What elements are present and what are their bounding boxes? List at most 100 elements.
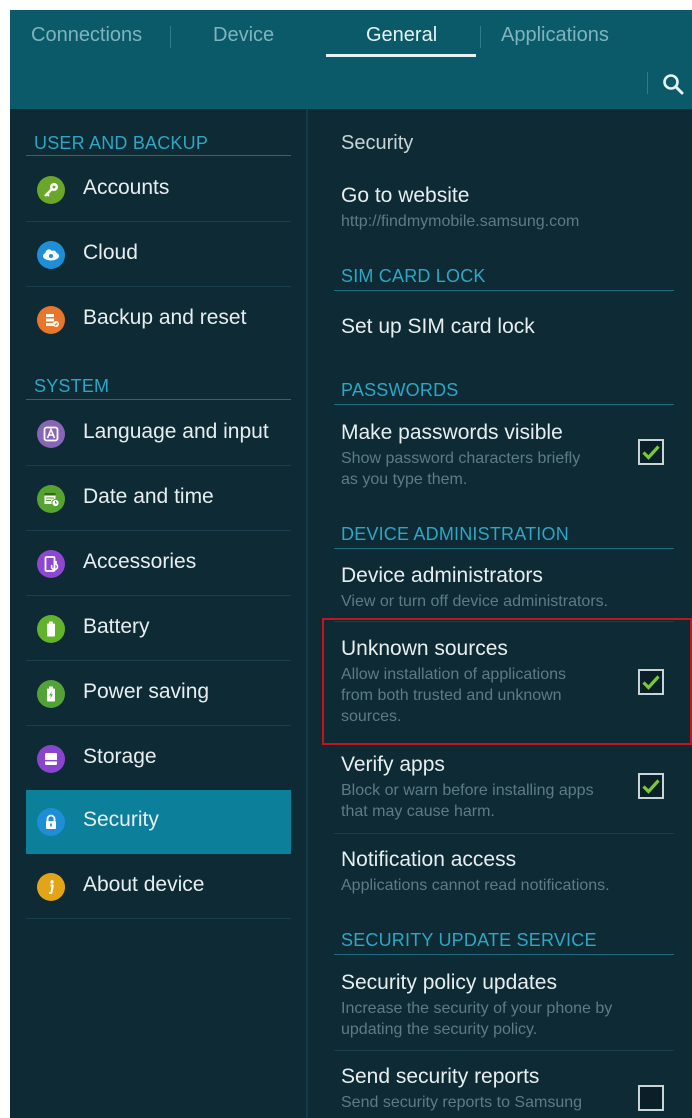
search-button[interactable] bbox=[658, 70, 688, 100]
unknown-sources-subtitle-line-2: from both trusted and unknown bbox=[341, 687, 562, 704]
backup-icon bbox=[37, 306, 65, 334]
sidebar-item-accounts[interactable]: Accounts bbox=[26, 158, 291, 222]
row-divider bbox=[26, 595, 291, 596]
tab-device[interactable]: Device bbox=[213, 24, 274, 47]
make-passwords-visible-title: Make passwords visible bbox=[341, 421, 563, 444]
section-header-device-administration: DEVICE ADMINISTRATION bbox=[341, 524, 569, 544]
verify-apps-checkbox[interactable] bbox=[638, 773, 664, 799]
device-administrators-title: Device administrators bbox=[341, 564, 543, 587]
row-divider bbox=[26, 725, 291, 726]
power-saving-icon bbox=[37, 680, 65, 708]
sidebar-item-language-and-input[interactable]: Language and input bbox=[26, 402, 291, 466]
sidebar-item-label: Backup and reset bbox=[83, 306, 247, 329]
verify-apps-subtitle-line-2: that may cause harm. bbox=[341, 803, 495, 820]
active-tab-indicator bbox=[326, 54, 476, 57]
security-settings-panel: Security Go to website http://findmymobi… bbox=[308, 109, 692, 1118]
go-to-website-title: Go to website bbox=[341, 184, 470, 207]
verify-apps-title: Verify apps bbox=[341, 753, 445, 776]
section-divider bbox=[334, 954, 674, 955]
make-passwords-visible-subtitle-line-1: Show password characters briefly bbox=[341, 450, 581, 467]
row-divider bbox=[26, 660, 291, 661]
checkmark-icon bbox=[642, 779, 660, 794]
row-divider bbox=[334, 621, 674, 622]
section-divider bbox=[26, 155, 291, 156]
section-divider bbox=[334, 290, 674, 291]
settings-screen: Connections Device General Applications … bbox=[10, 10, 692, 1118]
send-security-reports-subtitle: Send security reports to Samsung bbox=[341, 1094, 583, 1111]
sidebar-item-backup-and-reset[interactable]: Backup and reset bbox=[26, 288, 291, 352]
section-divider bbox=[334, 548, 674, 549]
sidebar-item-accessories[interactable]: Accessories bbox=[26, 532, 291, 596]
row-divider bbox=[334, 1050, 674, 1051]
sidebar-item-label: Battery bbox=[83, 615, 150, 638]
tab-divider bbox=[170, 26, 171, 48]
checkmark-icon bbox=[642, 445, 660, 460]
send-security-reports-checkbox[interactable] bbox=[638, 1085, 664, 1111]
sidebar-item-battery[interactable]: Battery bbox=[26, 597, 291, 661]
info-icon bbox=[37, 873, 65, 901]
keyboard-letter-icon bbox=[37, 420, 65, 448]
verify-apps-subtitle-line-1: Block or warn before installing apps bbox=[341, 782, 594, 799]
tab-general[interactable]: General bbox=[366, 24, 437, 47]
section-divider bbox=[334, 404, 674, 405]
row-divider bbox=[26, 221, 291, 222]
toolbar-divider bbox=[647, 72, 648, 94]
row-divider bbox=[26, 918, 291, 919]
accessories-icon bbox=[37, 550, 65, 578]
section-header-system: SYSTEM bbox=[34, 376, 110, 396]
sidebar-item-cloud[interactable]: Cloud bbox=[26, 223, 291, 287]
cloud-icon bbox=[37, 241, 65, 269]
tab-divider bbox=[480, 26, 481, 48]
section-header-passwords: PASSWORDS bbox=[341, 380, 459, 400]
sidebar-item-storage[interactable]: Storage bbox=[26, 727, 291, 791]
section-header-security-update-service: SECURITY UPDATE SERVICE bbox=[341, 930, 597, 950]
notification-access-title: Notification access bbox=[341, 848, 517, 871]
security-policy-updates-title: Security policy updates bbox=[341, 971, 557, 994]
search-icon bbox=[663, 74, 684, 95]
sidebar-item-security[interactable]: Security bbox=[26, 790, 291, 854]
unknown-sources-checkbox[interactable] bbox=[638, 669, 664, 695]
row-divider bbox=[26, 465, 291, 466]
make-passwords-visible-checkbox[interactable] bbox=[638, 439, 664, 465]
sidebar-item-label: Date and time bbox=[83, 485, 214, 508]
sidebar-item-date-and-time[interactable]: Date and time bbox=[26, 467, 291, 531]
section-divider bbox=[26, 399, 291, 400]
unknown-sources-subtitle-line-3: sources. bbox=[341, 708, 402, 725]
sidebar-item-about-device[interactable]: About device bbox=[26, 855, 291, 919]
go-to-website-url: http://findmymobile.samsung.com bbox=[341, 213, 580, 230]
device-administrators-subtitle: View or turn off device administrators. bbox=[341, 593, 609, 610]
unknown-sources-title: Unknown sources bbox=[341, 637, 508, 660]
key-icon bbox=[37, 176, 65, 204]
section-header-user-and-backup: USER AND BACKUP bbox=[34, 133, 209, 153]
sidebar-item-label: About device bbox=[83, 873, 205, 896]
checkmark-icon bbox=[642, 675, 660, 690]
row-divider bbox=[334, 833, 674, 834]
row-divider bbox=[26, 530, 291, 531]
calendar-clock-icon bbox=[37, 485, 65, 513]
tab-applications[interactable]: Applications bbox=[501, 24, 609, 47]
row-divider bbox=[26, 286, 291, 287]
page-title: Security bbox=[341, 132, 414, 154]
tab-connections[interactable]: Connections bbox=[31, 24, 142, 47]
notification-access-subtitle: Applications cannot read notifications. bbox=[341, 877, 610, 894]
storage-icon bbox=[37, 745, 65, 773]
sidebar-item-power-saving[interactable]: Power saving bbox=[26, 662, 291, 726]
section-header-sim-card-lock: SIM CARD LOCK bbox=[341, 266, 486, 286]
set-up-sim-card-lock: Set up SIM card lock bbox=[341, 315, 535, 338]
row-divider bbox=[334, 743, 674, 744]
lock-icon bbox=[37, 808, 65, 836]
sidebar-item-label: Accounts bbox=[83, 176, 170, 199]
sidebar-item-label: Accessories bbox=[83, 550, 197, 573]
security-policy-updates-subtitle-line-1: Increase the security of your phone by bbox=[341, 1000, 613, 1017]
settings-category-list: USER AND BACKUP Accounts Cloud Backup an… bbox=[10, 109, 306, 1118]
sidebar-item-label: Cloud bbox=[83, 241, 138, 264]
security-policy-updates-subtitle-line-2: updating the security policy. bbox=[341, 1021, 538, 1038]
send-security-reports-title: Send security reports bbox=[341, 1065, 540, 1088]
sidebar-item-label: Storage bbox=[83, 745, 157, 768]
unknown-sources-subtitle-line-1: Allow installation of applications bbox=[341, 666, 567, 683]
sidebar-item-label: Language and input bbox=[83, 420, 269, 443]
make-passwords-visible-subtitle-line-2: as you type them. bbox=[341, 471, 468, 488]
battery-icon bbox=[37, 615, 65, 643]
tab-bar: Connections Device General Applications bbox=[10, 10, 692, 109]
sidebar-item-label: Security bbox=[83, 808, 159, 831]
